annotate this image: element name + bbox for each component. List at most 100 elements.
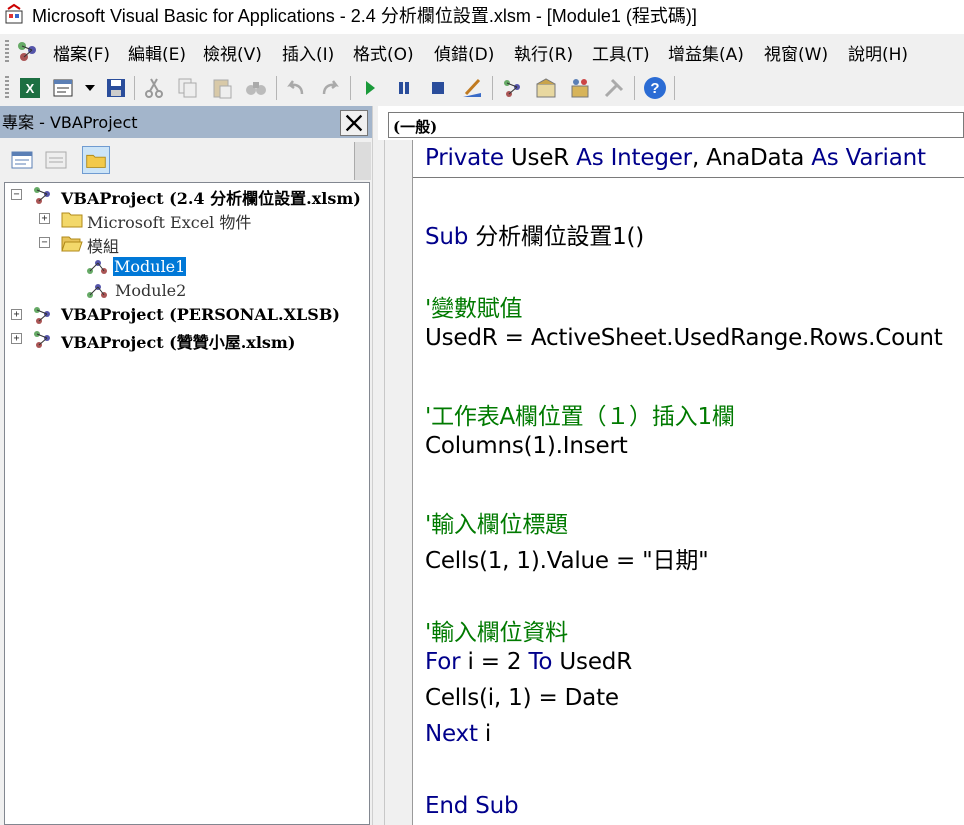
run-icon[interactable] bbox=[358, 76, 382, 100]
properties-icon[interactable] bbox=[534, 76, 558, 100]
menu-format[interactable]: 格式(O) bbox=[353, 40, 414, 65]
code-line[interactable]: '工作表A欄位置（１）插入1欄 bbox=[425, 397, 735, 431]
toolbar-separator bbox=[492, 76, 493, 100]
save-icon[interactable] bbox=[104, 76, 128, 100]
tree-item-vbaproject-main[interactable]: − VBAProject (2.4 分析欄位設置.xlsm) bbox=[5, 184, 369, 208]
code-text: Cells(i, 1) = Date bbox=[425, 685, 619, 711]
code-comment: '輸入欄位標題 bbox=[425, 512, 568, 538]
insert-module-icon[interactable] bbox=[52, 76, 76, 100]
vba-app-icon bbox=[5, 3, 23, 24]
collapse-toggle[interactable]: − bbox=[11, 189, 22, 200]
tree-item-label: VBAProject (贊贊小屋.xlsm) bbox=[61, 333, 296, 352]
paste-icon[interactable] bbox=[210, 76, 234, 100]
window-title: Microsoft Visual Basic for Applications … bbox=[32, 6, 697, 26]
project-explorer-scrollbar[interactable] bbox=[354, 142, 371, 180]
chevron-down-icon[interactable] bbox=[78, 76, 102, 100]
menu-tools[interactable]: 工具(T) bbox=[592, 40, 650, 65]
code-margin[interactable] bbox=[378, 140, 413, 825]
undo-icon[interactable] bbox=[284, 76, 308, 100]
vbaproject-icon bbox=[34, 187, 50, 204]
project-explorer-title: 專案 - VBAProject bbox=[2, 113, 138, 132]
view-code-icon[interactable] bbox=[8, 146, 36, 174]
tree-item-vbaproject-zanzan[interactable]: + VBAProject (贊贊小屋.xlsm) bbox=[5, 328, 369, 352]
collapse-toggle[interactable]: − bbox=[39, 237, 50, 248]
code-text: UsedR = ActiveSheet.UsedRange.Rows.Count bbox=[425, 325, 943, 351]
find-icon[interactable] bbox=[244, 76, 268, 100]
object-dropdown[interactable]: (一般) bbox=[388, 112, 964, 138]
menu-insert[interactable]: 插入(I) bbox=[282, 40, 334, 65]
toolbox-icon[interactable] bbox=[602, 76, 626, 100]
code-keyword: End Sub bbox=[425, 793, 519, 819]
excel-view-icon[interactable]: X bbox=[18, 76, 42, 100]
tree-item-label: VBAProject (PERSONAL.XLSB) bbox=[61, 305, 340, 324]
expand-toggle[interactable]: + bbox=[11, 309, 22, 320]
vba-menu-icon[interactable] bbox=[14, 38, 42, 64]
toolbar-separator bbox=[276, 76, 277, 100]
code-line[interactable]: '輸入欄位標題 bbox=[425, 505, 568, 539]
menu-addins[interactable]: 增益集(A) bbox=[668, 40, 744, 65]
reset-icon[interactable] bbox=[426, 76, 450, 100]
code-comment: '輸入欄位資料 bbox=[425, 620, 568, 646]
break-icon[interactable] bbox=[392, 76, 416, 100]
tree-item-label: VBAProject (2.4 分析欄位設置.xlsm) bbox=[61, 189, 361, 208]
project-explorer-header: 專案 - VBAProject bbox=[0, 106, 372, 138]
project-tree: − VBAProject (2.4 分析欄位設置.xlsm) + Microso… bbox=[4, 182, 370, 825]
code-keyword: To bbox=[528, 649, 560, 675]
menu-view[interactable]: 檢視(V) bbox=[203, 40, 262, 65]
toolbar-grip[interactable] bbox=[5, 40, 9, 62]
tree-item-vbaproject-personal[interactable]: + VBAProject (PERSONAL.XLSB) bbox=[5, 304, 369, 326]
code-text: UsedR bbox=[559, 649, 632, 675]
project-explorer-toolbar bbox=[0, 138, 372, 182]
menu-help[interactable]: 說明(H) bbox=[848, 40, 908, 65]
copy-icon[interactable] bbox=[176, 76, 200, 100]
tree-item-module2[interactable]: Module2 bbox=[5, 280, 369, 302]
code-line[interactable]: Columns(1).Insert bbox=[425, 433, 628, 459]
menu-run[interactable]: 執行(R) bbox=[514, 40, 573, 65]
tree-item-label: Microsoft Excel 物件 bbox=[87, 213, 252, 232]
object-dropdown-value: (一般) bbox=[393, 118, 438, 136]
toggle-folders-icon[interactable] bbox=[82, 146, 110, 174]
close-icon[interactable] bbox=[340, 110, 368, 136]
code-line[interactable]: '變數賦值 bbox=[425, 289, 523, 323]
project-explorer-icon[interactable] bbox=[500, 76, 524, 100]
tree-item-module1[interactable]: Module1 bbox=[5, 256, 369, 278]
code-line[interactable]: Private UseR As Integer, AnaData As Vari… bbox=[425, 145, 926, 171]
toolbar-separator bbox=[134, 76, 135, 100]
menu-window[interactable]: 視窗(W) bbox=[764, 40, 828, 65]
code-keyword: For bbox=[425, 649, 468, 675]
redo-icon[interactable] bbox=[318, 76, 342, 100]
code-editor[interactable]: Private UseR As Integer, AnaData As Vari… bbox=[413, 140, 964, 825]
menu-edit[interactable]: 編輯(E) bbox=[128, 40, 186, 65]
toolbar-separator bbox=[634, 76, 635, 100]
expand-toggle[interactable]: + bbox=[39, 213, 50, 224]
code-keyword: Sub bbox=[425, 224, 476, 250]
code-line[interactable]: '輸入欄位資料 bbox=[425, 613, 568, 647]
help-icon[interactable]: ? bbox=[643, 76, 667, 100]
design-mode-icon[interactable] bbox=[460, 76, 484, 100]
code-keyword: Private bbox=[425, 145, 511, 171]
title-bar: Microsoft Visual Basic for Applications … bbox=[0, 0, 964, 28]
code-line[interactable]: For i = 2 To UsedR bbox=[425, 649, 632, 675]
code-line[interactable]: Cells(i, 1) = Date bbox=[425, 685, 619, 711]
toolbar-grip[interactable] bbox=[5, 76, 9, 98]
svg-text:X: X bbox=[26, 81, 35, 96]
code-keyword: As Variant bbox=[811, 145, 926, 171]
tree-item-modules[interactable]: − 模組 bbox=[5, 232, 369, 256]
code-text: Cells(1, 1).Value = "日期" bbox=[425, 548, 709, 574]
code-line[interactable]: Next i bbox=[425, 721, 491, 747]
menu-bar: 檔案(F) 編輯(E) 檢視(V) 插入(I) 格式(O) 偵錯(D) 執行(R… bbox=[0, 34, 964, 70]
tree-item-excel-objects[interactable]: + Microsoft Excel 物件 bbox=[5, 208, 369, 232]
object-browser-icon[interactable] bbox=[568, 76, 592, 100]
menu-debug[interactable]: 偵錯(D) bbox=[434, 40, 494, 65]
code-line[interactable]: Sub 分析欄位設置1() bbox=[425, 217, 644, 251]
code-line[interactable]: Cells(1, 1).Value = "日期" bbox=[425, 541, 709, 575]
expand-toggle[interactable]: + bbox=[11, 333, 22, 344]
vbaproject-icon bbox=[34, 307, 50, 324]
cut-icon[interactable] bbox=[142, 76, 166, 100]
code-text: , AnaData bbox=[691, 145, 812, 171]
menu-file[interactable]: 檔案(F) bbox=[53, 40, 110, 65]
code-line[interactable]: UsedR = ActiveSheet.UsedRange.Rows.Count bbox=[425, 325, 943, 351]
view-object-icon[interactable] bbox=[42, 146, 70, 174]
code-line[interactable]: End Sub bbox=[425, 793, 519, 819]
open-folder-icon bbox=[61, 236, 83, 252]
